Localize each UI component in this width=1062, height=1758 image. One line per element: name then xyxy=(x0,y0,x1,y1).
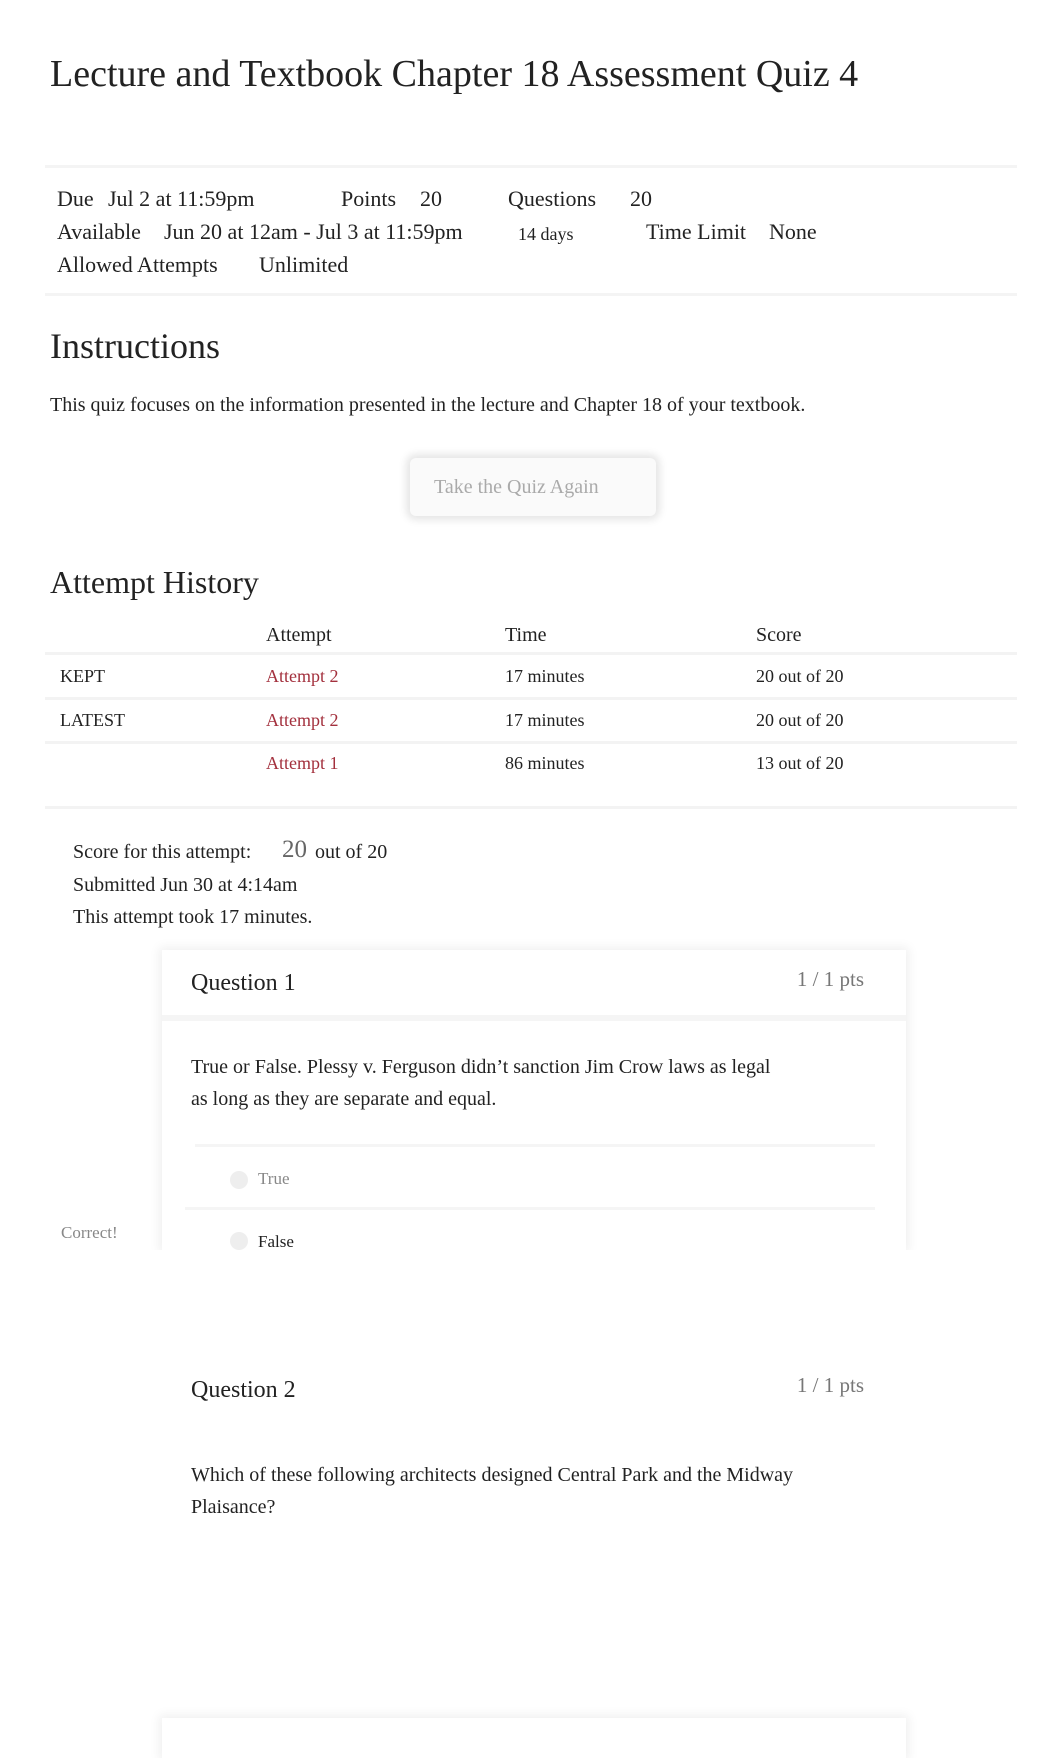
question-2-points: 1 / 1 pts xyxy=(796,1373,864,1397)
duration-text: This attempt took 17 minutes. xyxy=(73,906,313,928)
available-days: 14 days xyxy=(518,224,574,244)
question-2-card-edge xyxy=(162,1718,906,1758)
take-quiz-again-button[interactable]: Take the Quiz Again xyxy=(410,458,656,516)
column-header-attempt: Attempt xyxy=(266,624,332,646)
attempt-score: 20 out of 20 xyxy=(756,666,844,686)
radio-true[interactable] xyxy=(230,1171,248,1189)
allowed-attempts-label: Allowed Attempts xyxy=(57,252,218,277)
question-2-title: Question 2 xyxy=(191,1377,296,1403)
available-label: Available xyxy=(57,219,141,244)
column-header-time: Time xyxy=(505,624,547,646)
attempt-time: 17 minutes xyxy=(505,666,585,686)
questions-label: Questions xyxy=(508,186,596,211)
score-label: Score for this attempt: xyxy=(73,841,252,863)
score-value: 20 xyxy=(282,836,307,863)
score-suffix: out of 20 xyxy=(315,841,388,863)
divider xyxy=(162,1015,906,1021)
instructions-text: This quiz focuses on the information pre… xyxy=(50,394,806,416)
divider xyxy=(45,806,1017,809)
question-1-points: 1 / 1 pts xyxy=(796,967,864,991)
question-1-text: as long as they are separate and equal. xyxy=(191,1088,497,1110)
question-1-text: True or False. Plessy v. Ferguson didn’t… xyxy=(191,1056,771,1078)
question-2-text: Which of these following architects desi… xyxy=(191,1464,794,1486)
answer-false: False xyxy=(258,1232,294,1251)
available-value: Jun 20 at 12am - Jul 3 at 11:59pm xyxy=(164,219,463,244)
divider xyxy=(45,741,1017,744)
questions-value: 20 xyxy=(630,186,652,211)
attempt-link[interactable]: Attempt 1 xyxy=(266,753,339,774)
answer-true: True xyxy=(258,1169,290,1188)
question-1-title: Question 1 xyxy=(191,970,296,996)
attempt-time: 86 minutes xyxy=(505,753,585,773)
radio-false[interactable] xyxy=(230,1232,248,1250)
question-2-text: Plaisance? xyxy=(191,1496,276,1518)
attempt-score: 20 out of 20 xyxy=(756,710,844,730)
correct-feedback: Correct! xyxy=(61,1223,118,1242)
page-title: Lecture and Textbook Chapter 18 Assessme… xyxy=(50,53,859,95)
divider xyxy=(45,697,1017,700)
column-header-score: Score xyxy=(756,624,802,646)
points-label: Points xyxy=(341,186,397,211)
attempt-history-heading: Attempt History xyxy=(50,564,259,600)
page-break xyxy=(0,1250,1062,1310)
divider xyxy=(185,1207,875,1210)
points-value: 20 xyxy=(420,186,442,211)
submitted-text: Submitted Jun 30 at 4:14am xyxy=(73,874,298,896)
time-limit-value: None xyxy=(769,219,817,244)
divider xyxy=(195,1144,875,1147)
time-limit-label: Time Limit xyxy=(646,219,747,244)
allowed-attempts-value: Unlimited xyxy=(259,252,349,277)
due-value: Jul 2 at 11:59pm xyxy=(108,186,255,211)
divider xyxy=(45,652,1017,655)
attempt-link[interactable]: Attempt 2 xyxy=(266,710,339,731)
due-label: Due xyxy=(57,186,94,211)
row-tag: LATEST xyxy=(60,710,125,730)
attempt-time: 17 minutes xyxy=(505,710,585,730)
attempt-score: 13 out of 20 xyxy=(756,753,844,773)
instructions-heading: Instructions xyxy=(50,326,220,366)
attempt-link[interactable]: Attempt 2 xyxy=(266,666,339,687)
row-tag: KEPT xyxy=(60,666,105,686)
